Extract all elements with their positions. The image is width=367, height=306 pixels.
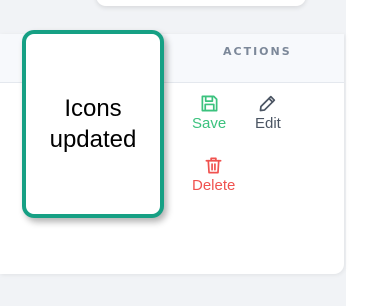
delete-label: Delete	[192, 177, 236, 194]
edit-button[interactable]: Edit	[255, 94, 281, 132]
trash-icon	[204, 156, 223, 177]
right-background-strip	[346, 0, 367, 306]
actions-column-header: ACTIONS	[223, 45, 292, 58]
floppy-disk-icon	[200, 94, 219, 115]
save-label: Save	[192, 115, 227, 132]
delete-button[interactable]: Delete	[192, 156, 235, 194]
callout-text: Icons updated	[49, 95, 137, 153]
edit-label: Edit	[255, 115, 281, 132]
top-card-edge	[96, 0, 306, 6]
callout-box: Icons updated	[22, 30, 164, 218]
pencil-icon	[258, 94, 277, 115]
save-button[interactable]: Save	[192, 94, 226, 132]
